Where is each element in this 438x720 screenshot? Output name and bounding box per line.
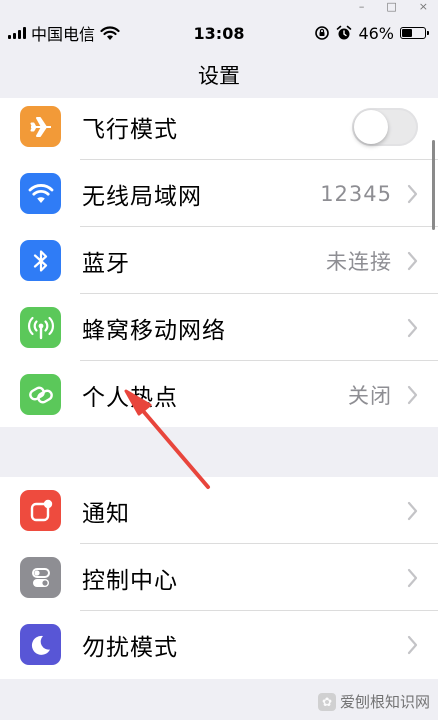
window-controls: – □ ×	[359, 0, 438, 14]
airplane-mode-label: 飞行模式	[82, 116, 178, 143]
do-not-disturb-label: 勿扰模式	[82, 634, 178, 661]
status-left: 中国电信	[8, 21, 120, 45]
watermark-logo-icon: ✿	[317, 692, 336, 711]
battery-fill	[402, 29, 413, 37]
battery-icon	[400, 27, 429, 39]
moon-icon	[31, 635, 50, 655]
settings-screen: – □ × 中国电信 13:08 46% 设置 飞行模式 无线局域网 12345…	[0, 0, 438, 720]
settings-row-notifications[interactable]: 通知	[0, 477, 438, 544]
chevron-right-icon	[407, 251, 418, 270]
page-title: 设置	[198, 64, 240, 88]
notifications-icon	[30, 499, 52, 521]
wifi-icon	[28, 183, 53, 203]
chevron-right-icon	[407, 318, 418, 337]
personal-hotspot-label: 个人热点	[82, 384, 178, 411]
battery-percent: 46%	[358, 23, 394, 43]
settings-row-cellular[interactable]: 蜂窝移动网络	[0, 294, 438, 361]
settings-row-bluetooth[interactable]: 蓝牙 未连接	[0, 227, 438, 294]
cellular-icon	[27, 316, 54, 339]
bluetooth-label: 蓝牙	[82, 250, 130, 277]
carrier-label: 中国电信	[31, 25, 96, 44]
watermark-text: 爱刨根知识网	[339, 693, 430, 711]
moon-icon-box	[20, 624, 61, 665]
settings-row-personal-hotspot[interactable]: 个人热点 关闭	[0, 361, 438, 427]
bluetooth-icon-box	[20, 240, 61, 281]
watermark: ✿ 爱刨根知识网	[317, 691, 430, 712]
toggle-knob	[354, 109, 388, 144]
chevron-right-icon	[407, 385, 418, 404]
bluetooth-icon	[33, 249, 47, 272]
settings-row-wifi[interactable]: 无线局域网 12345	[0, 160, 438, 227]
settings-row-airplane-mode[interactable]: 飞行模式	[0, 98, 438, 160]
wifi-icon-box	[20, 173, 61, 214]
cellular-icon-box	[20, 307, 61, 348]
status-bar: 中国电信 13:08 46%	[0, 18, 438, 48]
control-center-icon-box	[20, 557, 61, 598]
bluetooth-value: 未连接	[326, 249, 392, 274]
settings-group-system: 通知 控制中心 勿扰模式	[0, 477, 438, 679]
airplane-mode-toggle[interactable]	[352, 107, 418, 146]
control-center-icon	[31, 567, 50, 587]
signal-icon	[8, 27, 26, 39]
hotspot-icon-box	[20, 374, 61, 415]
maximize-icon[interactable]: □	[386, 0, 396, 14]
orientation-lock-icon	[315, 26, 330, 40]
scroll-indicator	[432, 140, 435, 230]
airplane-icon-box	[20, 106, 61, 147]
minimize-icon[interactable]: –	[359, 0, 365, 14]
chevron-right-icon	[407, 501, 418, 520]
chevron-right-icon	[407, 635, 418, 654]
notifications-icon-box	[20, 490, 61, 531]
settings-group-network: 飞行模式 无线局域网 12345 蓝牙 未连接 蜂窝移动网络 个人热点 关闭	[0, 98, 438, 427]
personal-hotspot-value: 关闭	[348, 383, 392, 408]
wifi-status-icon	[100, 25, 120, 40]
wifi-value: 12345	[320, 181, 392, 206]
notifications-label: 通知	[82, 500, 130, 527]
wifi-label: 无线局域网	[82, 183, 202, 210]
settings-group-network-list: 飞行模式 无线局域网 12345 蓝牙 未连接 蜂窝移动网络 个人热点 关闭	[0, 98, 438, 427]
airplane-icon	[30, 116, 51, 137]
settings-row-do-not-disturb[interactable]: 勿扰模式	[0, 611, 438, 678]
chevron-right-icon	[407, 184, 418, 203]
alarm-icon	[337, 25, 352, 40]
status-right: 46%	[314, 23, 429, 43]
chevron-right-icon	[407, 568, 418, 587]
close-icon[interactable]: ×	[419, 0, 428, 14]
cellular-label: 蜂窝移动网络	[82, 317, 226, 344]
settings-row-control-center[interactable]: 控制中心	[0, 544, 438, 611]
hotspot-icon	[28, 386, 53, 403]
control-center-label: 控制中心	[82, 567, 178, 594]
